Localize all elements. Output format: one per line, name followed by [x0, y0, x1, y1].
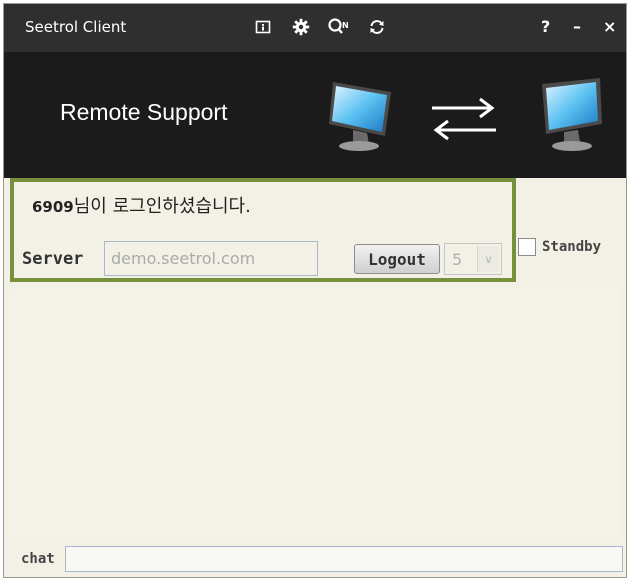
title-bar: Seetrol Client N ? – ×: [4, 4, 626, 52]
info-icon[interactable]: [252, 16, 274, 38]
server-input[interactable]: [104, 241, 318, 276]
app-window: Seetrol Client N ? – × Remote Support 69…: [3, 3, 627, 578]
search-connect-icon[interactable]: N: [326, 16, 354, 38]
monitor-icon: [329, 82, 391, 151]
help-button[interactable]: ?: [541, 16, 550, 38]
login-status-message: 님이 로그인하셨습니다.: [73, 196, 251, 217]
chat-label: chat: [21, 551, 55, 567]
chat-bar: chat: [4, 542, 626, 577]
monitor-icon: [542, 78, 602, 151]
svg-text:N: N: [342, 21, 349, 30]
standby-checkbox[interactable]: [518, 238, 536, 256]
login-panel: 6909님이 로그인하셨습니다. Server Logout 5 ∨: [10, 178, 516, 282]
user-id: 6909: [32, 198, 74, 216]
chat-input[interactable]: [65, 546, 623, 572]
refresh-icon[interactable]: [366, 16, 388, 38]
standby-label: Standby: [542, 239, 602, 255]
channel-select[interactable]: 5 ∨: [444, 243, 502, 275]
logout-button[interactable]: Logout: [354, 244, 440, 274]
swap-arrows-icon: [432, 97, 496, 141]
chevron-down-icon[interactable]: ∨: [477, 246, 499, 272]
login-status: 6909님이 로그인하셨습니다.: [32, 192, 251, 218]
close-button[interactable]: ×: [603, 16, 616, 38]
banner: Remote Support: [4, 52, 626, 178]
banner-title: Remote Support: [60, 99, 228, 125]
chat-log[interactable]: [9, 290, 621, 538]
window-title: Seetrol Client: [25, 18, 127, 36]
channel-select-value: 5: [452, 250, 463, 269]
server-label: Server: [22, 249, 84, 269]
gear-icon[interactable]: [290, 16, 312, 38]
minimize-button[interactable]: –: [573, 16, 581, 38]
standby-toggle[interactable]: Standby: [518, 238, 601, 256]
